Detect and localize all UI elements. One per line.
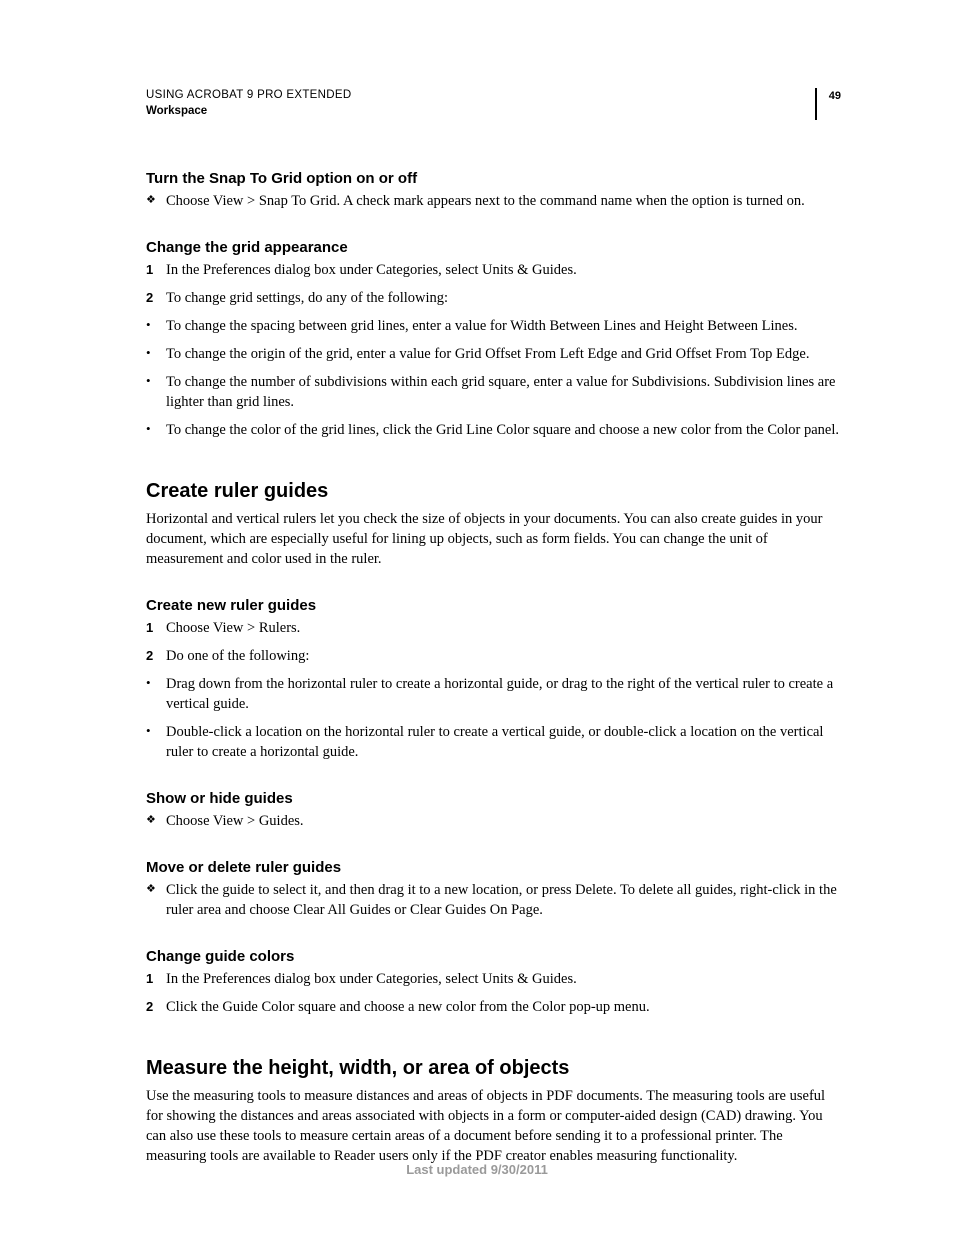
step-number: 2: [146, 647, 153, 665]
step-number: 2: [146, 289, 153, 307]
text: To change the origin of the grid, enter …: [166, 346, 809, 362]
page-number: 49: [815, 88, 841, 120]
list-item: 1 In the Preferences dialog box under Cat…: [146, 260, 841, 280]
list-item: • To change the number of subdivisions wi…: [146, 372, 841, 412]
list-item: 1 Choose View > Rulers.: [146, 618, 841, 638]
list-item: 1 In the Preferences dialog box under Cat…: [146, 969, 841, 989]
text: To change grid settings, do any of the f…: [166, 290, 448, 306]
text: Choose View > Guides.: [166, 813, 304, 829]
text: Double-click a location on the horizonta…: [166, 724, 823, 760]
heading-grid-appearance: Change the grid appearance: [146, 239, 841, 256]
list-item: • Double-click a location on the horizont…: [146, 722, 841, 762]
list-item: • To change the origin of the grid, enter…: [146, 344, 841, 364]
list-snap-to-grid: ❖ Choose View > Snap To Grid. A check mar…: [146, 191, 841, 211]
list-move-delete-guides: ❖ Click the guide to select it, and then …: [146, 880, 841, 920]
list-new-ruler-guides-steps: 1 Choose View > Rulers. 2 Do one of the fo…: [146, 618, 841, 666]
heading-change-guide-colors: Change guide colors: [146, 948, 841, 965]
heading-new-ruler-guides: Create new ruler guides: [146, 597, 841, 614]
list-grid-appearance-steps: 1 In the Preferences dialog box under Cat…: [146, 260, 841, 308]
intro-measure-objects: Use the measuring tools to measure dista…: [146, 1086, 841, 1166]
list-item: 2 Do one of the following:: [146, 646, 841, 666]
bullet-icon: •: [146, 372, 151, 390]
list-change-guide-colors: 1 In the Preferences dialog box under Cat…: [146, 969, 841, 1017]
intro-create-ruler-guides: Horizontal and vertical rulers let you c…: [146, 509, 841, 569]
text: To change the color of the grid lines, c…: [166, 422, 839, 438]
text: To change the number of subdivisions wit…: [166, 374, 835, 410]
running-header: USING ACROBAT 9 PRO EXTENDED Workspace 4…: [146, 88, 841, 120]
text: Choose View > Snap To Grid. A check mark…: [166, 193, 805, 209]
list-item: ❖ Click the guide to select it, and then …: [146, 880, 841, 920]
text: Do one of the following:: [166, 648, 309, 664]
step-number: 2: [146, 998, 153, 1016]
diamond-icon: ❖: [146, 193, 156, 208]
step-number: 1: [146, 970, 153, 988]
header-left: USING ACROBAT 9 PRO EXTENDED Workspace: [146, 88, 351, 119]
page: USING ACROBAT 9 PRO EXTENDED Workspace 4…: [0, 0, 954, 1235]
bullet-icon: •: [146, 316, 151, 334]
bullet-icon: •: [146, 344, 151, 362]
bullet-icon: •: [146, 674, 151, 692]
bullet-icon: •: [146, 722, 151, 740]
text: Choose View > Rulers.: [166, 620, 300, 636]
heading-snap-to-grid: Turn the Snap To Grid option on or off: [146, 170, 841, 187]
step-number: 1: [146, 619, 153, 637]
text: To change the spacing between grid lines…: [166, 318, 798, 334]
list-item: 2 Click the Guide Color square and choose…: [146, 997, 841, 1017]
heading-create-ruler-guides: Create ruler guides: [146, 480, 841, 503]
text: Click the guide to select it, and then d…: [166, 882, 837, 918]
list-item: • Drag down from the horizontal ruler to …: [146, 674, 841, 714]
list-item: ❖ Choose View > Guides.: [146, 811, 841, 831]
doc-title: USING ACROBAT 9 PRO EXTENDED: [146, 88, 351, 104]
footer-last-updated: Last updated 9/30/2011: [0, 1162, 954, 1177]
doc-section: Workspace: [146, 104, 351, 120]
text: In the Preferences dialog box under Cate…: [166, 971, 577, 987]
diamond-icon: ❖: [146, 813, 156, 828]
step-number: 1: [146, 261, 153, 279]
text: Drag down from the horizontal ruler to c…: [166, 676, 833, 712]
heading-move-delete-guides: Move or delete ruler guides: [146, 859, 841, 876]
list-new-ruler-guides-options: • Drag down from the horizontal ruler to …: [146, 674, 841, 762]
list-item: 2 To change grid settings, do any of the …: [146, 288, 841, 308]
diamond-icon: ❖: [146, 882, 156, 897]
list-show-hide-guides: ❖ Choose View > Guides.: [146, 811, 841, 831]
list-item: ❖ Choose View > Snap To Grid. A check mar…: [146, 191, 841, 211]
list-item: • To change the color of the grid lines, …: [146, 420, 841, 440]
bullet-icon: •: [146, 420, 151, 438]
text: Click the Guide Color square and choose …: [166, 999, 650, 1015]
list-grid-appearance-options: • To change the spacing between grid line…: [146, 316, 841, 440]
heading-show-hide-guides: Show or hide guides: [146, 790, 841, 807]
list-item: • To change the spacing between grid line…: [146, 316, 841, 336]
text: In the Preferences dialog box under Cate…: [166, 262, 577, 278]
heading-measure-objects: Measure the height, width, or area of ob…: [146, 1057, 841, 1080]
